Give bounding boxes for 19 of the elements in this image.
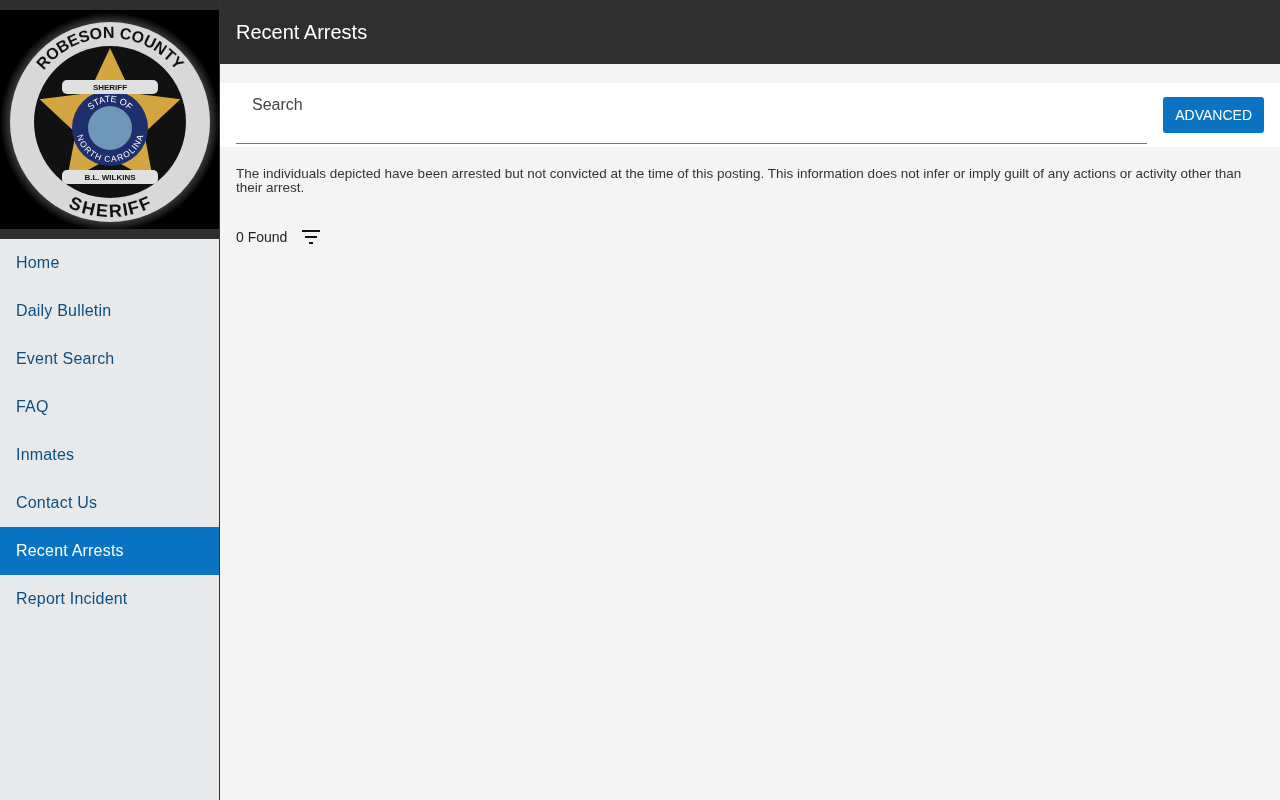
- nav-item[interactable]: Report Incident: [0, 575, 219, 623]
- filter-icon[interactable]: [301, 227, 322, 247]
- nav-item[interactable]: Inmates: [0, 431, 219, 479]
- seal-text: STATE OF: [85, 93, 135, 112]
- badge-banner-text: SHERIFF: [92, 83, 128, 92]
- result-count: 0 Found: [236, 229, 288, 245]
- nav-item[interactable]: Daily Bulletin: [0, 287, 219, 335]
- nav-item[interactable]: Home: [0, 239, 219, 287]
- badge-ring-text: SHERIFF: [66, 192, 154, 221]
- nav-item[interactable]: Contact Us: [0, 479, 219, 527]
- disclaimer-text: The individuals depicted have been arrested but not convicted at the time of this posting. This information does not infer or imply guilt of any actions or activity other than their arrest.: [236, 167, 1243, 195]
- nav-item[interactable]: FAQ: [0, 383, 219, 431]
- search-field[interactable]: Search: [236, 88, 1148, 144]
- nav-item[interactable]: Recent Arrests: [0, 527, 219, 575]
- badge-banner-text: B.L. WILKINS: [84, 173, 136, 182]
- advanced-button[interactable]: ADVANCED: [1163, 97, 1264, 133]
- page-title: Recent Arrests: [236, 20, 368, 44]
- nav-item[interactable]: Event Search: [0, 335, 219, 383]
- search-input[interactable]: Search: [244, 89, 1140, 120]
